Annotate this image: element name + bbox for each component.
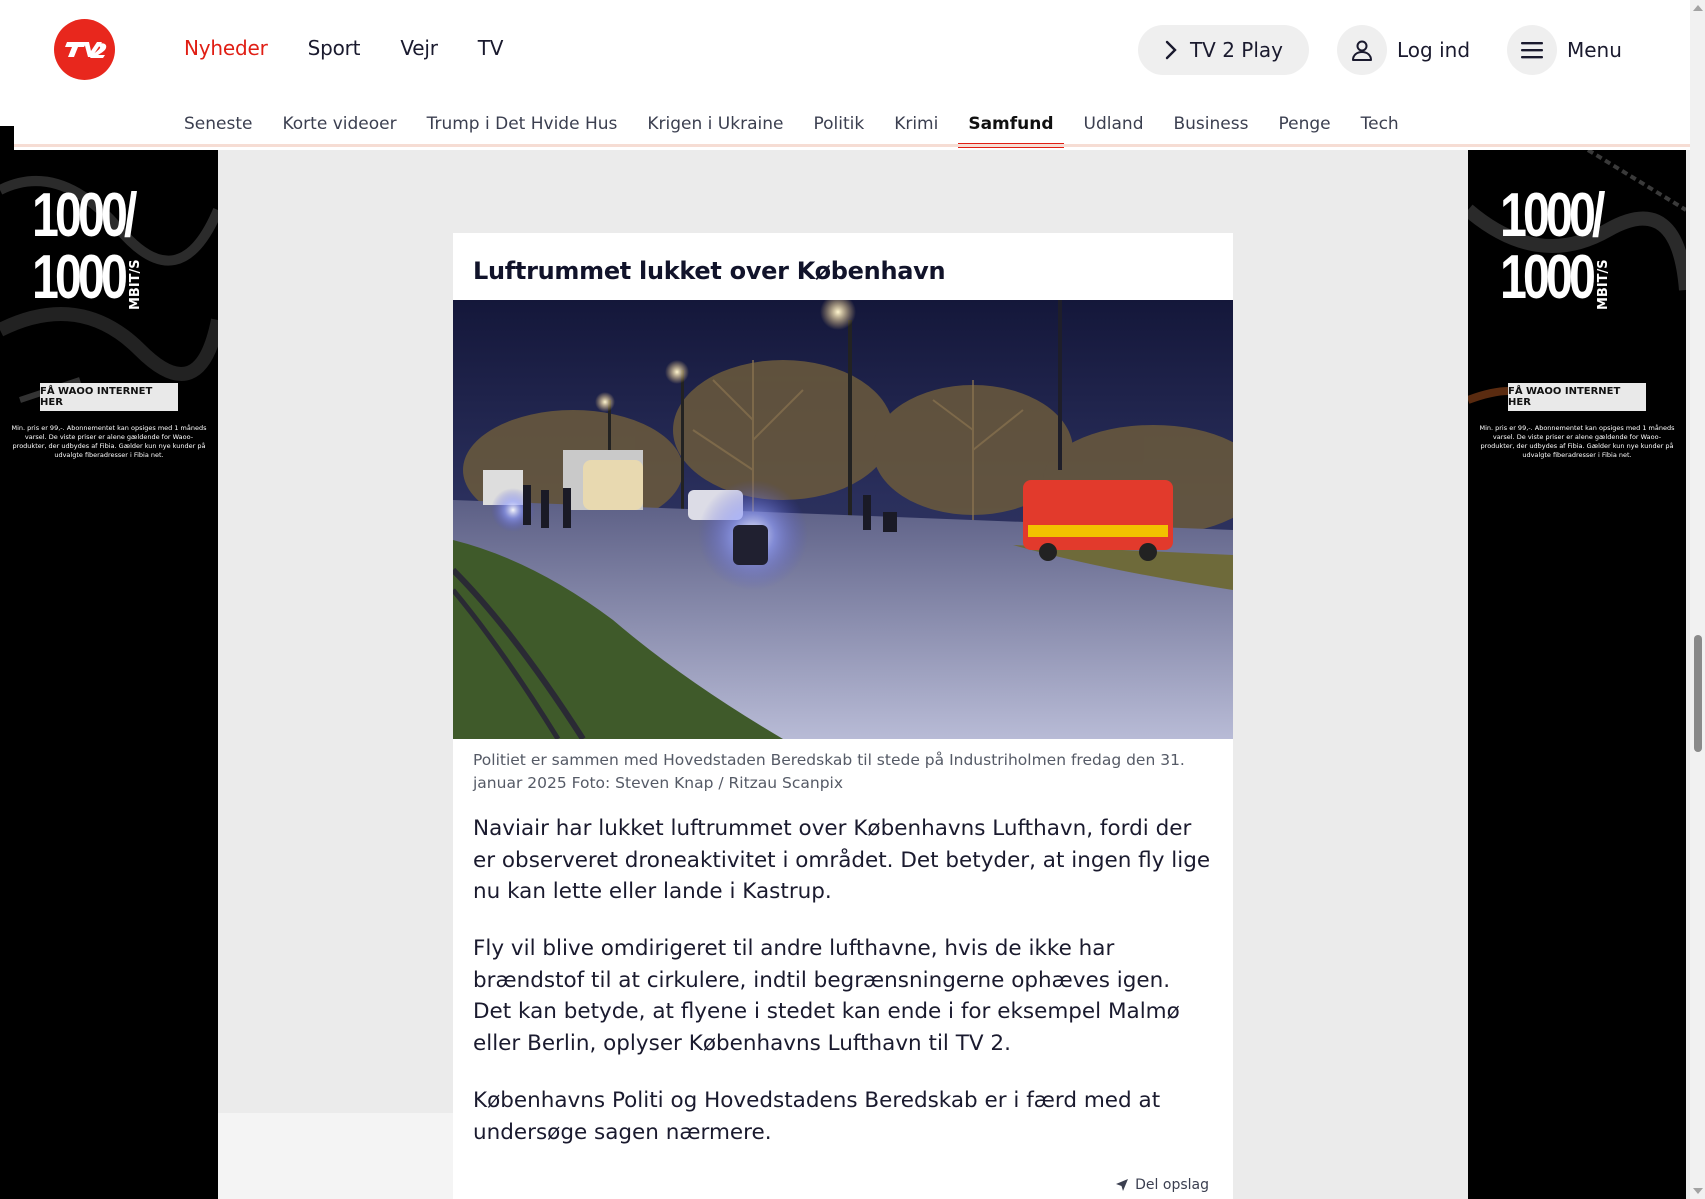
subnav-krimi[interactable]: Krimi (894, 114, 938, 146)
share-label: Del opslag (1135, 1177, 1209, 1193)
subnav-udland[interactable]: Udland (1084, 114, 1144, 146)
nav-vejr[interactable]: Vejr (400, 36, 438, 60)
ad-headline-2: 1000 (1500, 243, 1596, 312)
ad-cta-button[interactable]: FÅ WAOO INTERNET HER (40, 383, 178, 411)
ad-unit: MBIT/S (1596, 259, 1611, 310)
login-label: Log ind (1397, 38, 1471, 62)
ad-fineprint: Min. pris er 99,-. Abonnementet kan opsi… (1479, 424, 1675, 459)
ad-banner-left[interactable]: 1000/ 1000 MBIT/S FÅ WAOO INTERNET HER M… (0, 150, 218, 1199)
subnav-korte-videoer[interactable]: Korte videoer (282, 114, 396, 146)
tv2-logo[interactable] (54, 19, 115, 80)
ad-headline-1: 1000/ (1500, 181, 1605, 250)
content-gutter (218, 1113, 453, 1199)
site-header: Nyheder Sport Vejr TV TV 2 Play Log ind … (0, 0, 1690, 100)
page-scrollbar[interactable] (1690, 0, 1705, 1199)
ad-cta-button[interactable]: FÅ WAOO INTERNET HER (1508, 383, 1646, 411)
article-paragraph: Fly vil blive omdirigeret til andre luft… (473, 936, 1180, 1056)
login-button[interactable]: Log ind (1337, 25, 1470, 75)
tv2-play-button[interactable]: TV 2 Play (1138, 25, 1309, 75)
subnav-seneste[interactable]: Seneste (184, 114, 252, 146)
subnav-trump[interactable]: Trump i Det Hvide Hus (427, 114, 618, 146)
article-headline: Luftrummet lukket over København (473, 257, 946, 285)
main-nav: Nyheder Sport Vejr TV (184, 36, 503, 60)
hamburger-icon (1507, 25, 1557, 75)
subnav-tech[interactable]: Tech (1361, 114, 1399, 146)
ad-fineprint: Min. pris er 99,-. Abonnementet kan opsi… (11, 424, 207, 459)
article-paragraph: Naviair har lukket luftrummet over Køben… (473, 816, 1211, 904)
tv2-play-label: TV 2 Play (1189, 38, 1284, 62)
send-icon (1116, 1179, 1129, 1191)
article-paragraph: Københavns Politi og Hovedstadens Bereds… (473, 1088, 1161, 1145)
ad-headline-1: 1000/ (32, 181, 137, 250)
subnav-business[interactable]: Business (1174, 114, 1249, 146)
menu-label: Menu (1567, 38, 1622, 62)
ad-headline-2: 1000 (32, 243, 128, 312)
scroll-down-icon[interactable] (1693, 1188, 1703, 1194)
ad-banner-right[interactable]: 1000/ 1000 MBIT/S FÅ WAOO INTERNET HER M… (1468, 150, 1686, 1199)
ad-unit: MBIT/S (128, 259, 143, 310)
subnav-divider (14, 144, 1690, 147)
nav-tv[interactable]: TV (478, 36, 504, 60)
user-icon (1337, 25, 1387, 75)
subnav-penge[interactable]: Penge (1278, 114, 1330, 146)
chevron-right-icon (1165, 40, 1177, 60)
sub-nav: Seneste Korte videoer Trump i Det Hvide … (0, 100, 1690, 150)
scroll-up-icon[interactable] (1693, 5, 1703, 11)
menu-button[interactable]: Menu (1507, 25, 1622, 75)
share-button[interactable]: Del opslag (1115, 1177, 1209, 1193)
image-caption: Politiet er sammen med Hovedstaden Bered… (473, 751, 1185, 792)
scrollbar-thumb[interactable] (1694, 635, 1702, 752)
tv2-logo-icon (65, 42, 107, 58)
subnav-samfund[interactable]: Samfund (958, 114, 1064, 148)
subnav-politik[interactable]: Politik (813, 114, 864, 146)
nav-nyheder[interactable]: Nyheder (184, 36, 268, 60)
article-card: Luftrummet lukket over København Politie… (453, 233, 1233, 1199)
subnav-ukraine[interactable]: Krigen i Ukraine (647, 114, 783, 146)
nav-sport[interactable]: Sport (308, 36, 361, 60)
article-photo[interactable] (453, 300, 1233, 739)
